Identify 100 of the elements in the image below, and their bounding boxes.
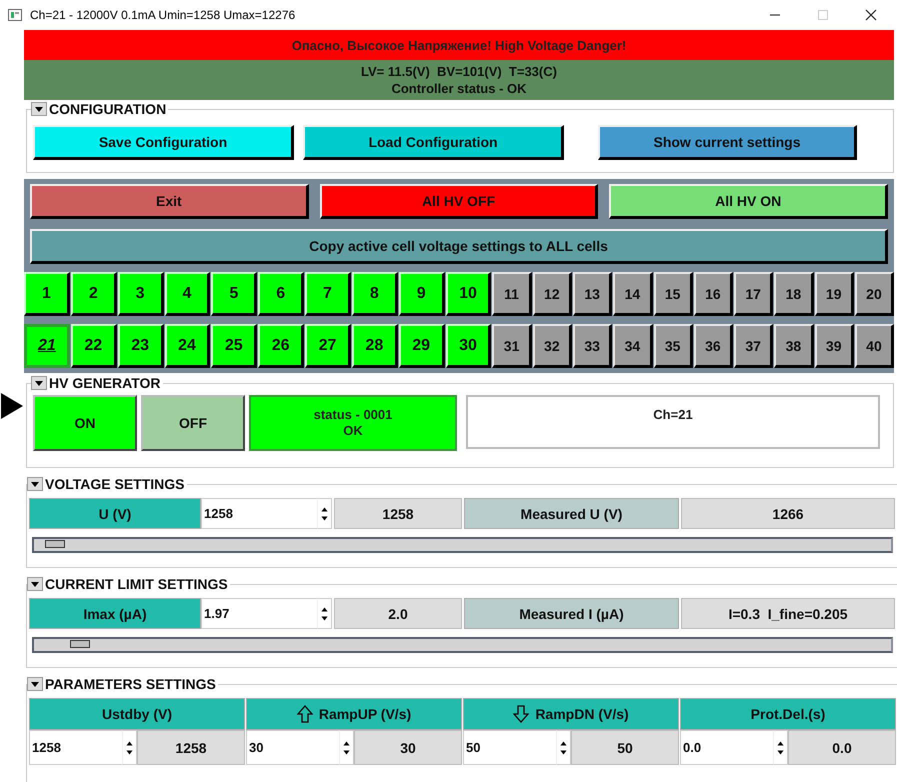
status-line: Controller status - OK bbox=[391, 80, 527, 97]
spin-down-button[interactable] bbox=[559, 748, 568, 756]
parameter-label: Prot.Del.(s) bbox=[750, 706, 826, 722]
spin-up-button[interactable] bbox=[125, 740, 134, 746]
channel-button[interactable]: 13 bbox=[572, 272, 612, 316]
section-title: VOLTAGE SETTINGS bbox=[45, 476, 184, 492]
channel-button[interactable]: 29 bbox=[398, 324, 445, 368]
channel-button[interactable]: 23 bbox=[118, 324, 164, 368]
channel-button[interactable]: 32 bbox=[532, 324, 572, 368]
config-button[interactable]: Save Configuration bbox=[33, 125, 294, 160]
value-field[interactable]: 1258 bbox=[29, 730, 122, 765]
value-field[interactable]: 1.97 bbox=[201, 598, 317, 629]
channel-button[interactable]: 33 bbox=[572, 324, 612, 368]
parameter-label: RampDN (V/s) bbox=[535, 706, 629, 722]
set-value: 50 bbox=[571, 730, 679, 765]
channel-button[interactable]: 38 bbox=[774, 324, 814, 368]
collapse-icon[interactable] bbox=[31, 376, 47, 390]
channel-button[interactable]: 26 bbox=[258, 324, 304, 368]
parameter-label: RampUP (V/s) bbox=[318, 706, 412, 722]
channel-button[interactable]: 40 bbox=[854, 324, 894, 368]
spin-up-button[interactable] bbox=[320, 606, 329, 612]
spin-down-button[interactable] bbox=[342, 748, 351, 756]
arrow-down-icon bbox=[513, 705, 530, 723]
channel-button[interactable]: 28 bbox=[352, 324, 398, 368]
close-icon[interactable] bbox=[865, 9, 877, 21]
channel-button[interactable]: 30 bbox=[446, 324, 492, 368]
collapse-icon[interactable] bbox=[27, 477, 43, 491]
channel-button[interactable]: 34 bbox=[613, 324, 652, 368]
channel-button[interactable]: 18 bbox=[774, 272, 814, 316]
slider-thumb[interactable] bbox=[44, 540, 65, 548]
value-field[interactable]: 50 bbox=[463, 730, 556, 765]
collapse-icon[interactable] bbox=[27, 577, 43, 591]
channel-button[interactable]: 39 bbox=[814, 324, 854, 368]
measured-value: I=0.3 I_fine=0.205 bbox=[681, 598, 895, 629]
channel-button[interactable]: 17 bbox=[734, 272, 774, 316]
channel-button[interactable]: 12 bbox=[532, 272, 572, 316]
spin-down-button[interactable] bbox=[125, 748, 134, 756]
spin-up-button[interactable] bbox=[320, 506, 329, 512]
channel-button[interactable]: 3 bbox=[118, 272, 164, 316]
channel-button[interactable]: 10 bbox=[446, 272, 492, 316]
config-button[interactable]: Show current settings bbox=[598, 125, 857, 160]
spin-down-button[interactable] bbox=[320, 514, 329, 522]
control-button[interactable]: Exit bbox=[30, 184, 309, 219]
measured-value: 1266 bbox=[681, 498, 895, 529]
setting-label: Imax (µA) bbox=[29, 598, 201, 629]
channel-button[interactable]: 9 bbox=[398, 272, 445, 316]
section-title: HV GENERATOR bbox=[49, 375, 160, 391]
value-field[interactable]: 1258 bbox=[201, 498, 317, 529]
channel-button[interactable]: 20 bbox=[854, 272, 894, 316]
hv-off-button[interactable]: OFF bbox=[141, 395, 245, 451]
channel-button[interactable]: 35 bbox=[654, 324, 693, 368]
channel-button[interactable]: 16 bbox=[694, 272, 734, 316]
channel-button[interactable]: 24 bbox=[164, 324, 210, 368]
arrow-up-icon bbox=[296, 705, 313, 723]
app-icon bbox=[8, 9, 22, 21]
channel-button[interactable]: 22 bbox=[70, 324, 117, 368]
spin-down-button[interactable] bbox=[776, 748, 785, 756]
copy-settings-button[interactable]: Copy active cell voltage settings to ALL cells bbox=[30, 229, 888, 264]
section-title: CURRENT LIMIT SETTINGS bbox=[45, 576, 228, 592]
channel-button[interactable]: 25 bbox=[211, 324, 258, 368]
section-title: CONFIGURATION bbox=[49, 101, 166, 117]
measured-label: Measured I (µA) bbox=[464, 598, 679, 629]
section-title: PARAMETERS SETTINGS bbox=[45, 676, 216, 692]
channel-button[interactable]: 21 bbox=[24, 324, 70, 368]
collapse-icon[interactable] bbox=[31, 102, 47, 116]
channel-button[interactable]: 37 bbox=[734, 324, 774, 368]
channel-button[interactable]: 8 bbox=[352, 272, 398, 316]
channel-button[interactable]: 7 bbox=[305, 272, 351, 316]
set-value: 2.0 bbox=[334, 598, 462, 629]
set-value: 1258 bbox=[137, 730, 245, 765]
parameter-label: Ustdby (V) bbox=[102, 706, 172, 722]
spin-down-button[interactable] bbox=[320, 614, 329, 622]
set-value: 0.0 bbox=[788, 730, 896, 765]
hv-on-button[interactable]: ON bbox=[33, 395, 137, 451]
measured-label: Measured U (V) bbox=[464, 498, 679, 529]
channel-button[interactable]: 5 bbox=[211, 272, 258, 316]
control-button[interactable]: All HV ON bbox=[609, 184, 888, 219]
channel-button[interactable]: 1 bbox=[24, 272, 70, 316]
spin-up-button[interactable] bbox=[776, 740, 785, 746]
channel-button[interactable]: 6 bbox=[258, 272, 304, 316]
channel-button[interactable]: 27 bbox=[305, 324, 351, 368]
value-field[interactable]: 0.0 bbox=[680, 730, 773, 765]
pointer-arrow-icon bbox=[1, 393, 23, 419]
channel-button[interactable]: 36 bbox=[694, 324, 734, 368]
channel-button[interactable]: 31 bbox=[492, 324, 532, 368]
spin-up-button[interactable] bbox=[342, 740, 351, 746]
control-button[interactable]: All HV OFF bbox=[320, 184, 598, 219]
channel-button[interactable]: 4 bbox=[164, 272, 210, 316]
channel-button[interactable]: 15 bbox=[654, 272, 693, 316]
channel-button[interactable]: 14 bbox=[613, 272, 652, 316]
channel-button[interactable]: 2 bbox=[70, 272, 117, 316]
channel-button[interactable]: 19 bbox=[814, 272, 854, 316]
collapse-icon[interactable] bbox=[27, 677, 43, 691]
spin-up-button[interactable] bbox=[559, 740, 568, 746]
value-field[interactable]: 30 bbox=[246, 730, 339, 765]
channel-info: Ch=21 bbox=[466, 395, 880, 449]
slider-thumb[interactable] bbox=[70, 640, 90, 648]
config-button[interactable]: Load Configuration bbox=[303, 125, 564, 160]
channel-button[interactable]: 11 bbox=[492, 272, 532, 316]
generator-status: status - 0001 OK bbox=[249, 395, 457, 451]
